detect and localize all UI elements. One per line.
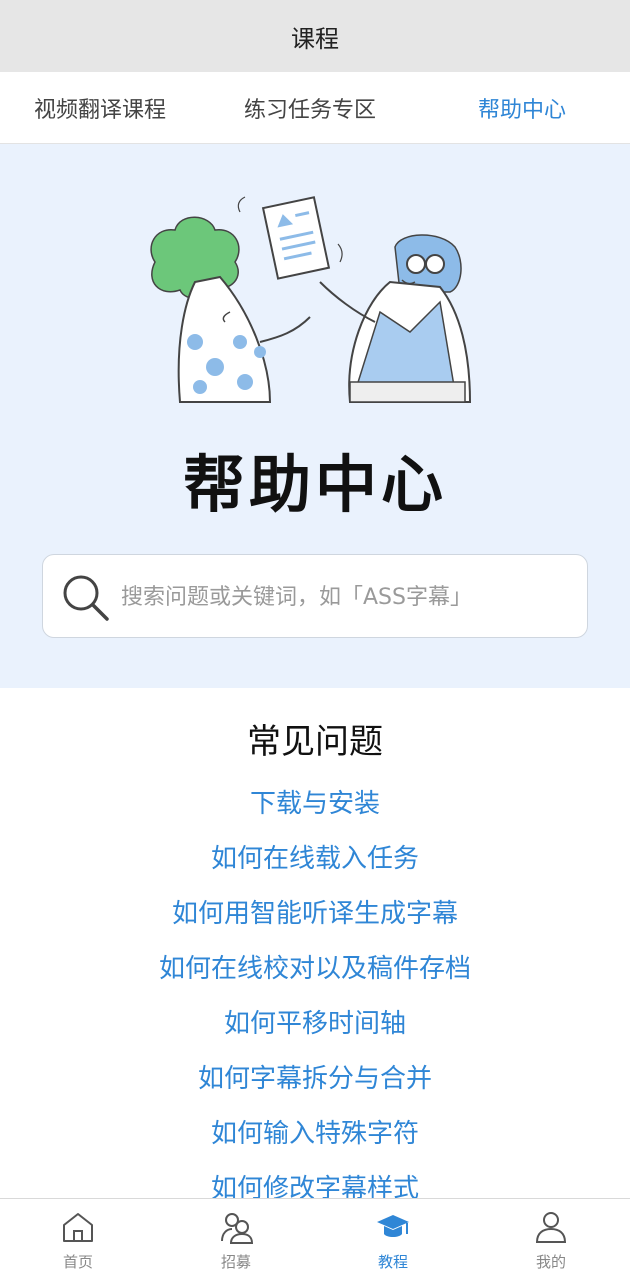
tab-help-center[interactable]: 帮助中心 bbox=[478, 72, 566, 144]
people-icon bbox=[221, 1213, 254, 1244]
faq-link[interactable]: 如何平移时间轴 bbox=[0, 1004, 630, 1059]
user-icon bbox=[535, 1212, 567, 1243]
faq-link[interactable]: 如何在线校对以及稿件存档 bbox=[0, 949, 630, 1004]
help-hero: 帮助中心 bbox=[0, 144, 630, 688]
hero-title: 帮助中心 bbox=[182, 448, 447, 521]
bottom-nav: 首页 招募 教程 我的 bbox=[0, 1198, 630, 1280]
faq-title: 常见问题 bbox=[247, 722, 383, 762]
nav-tutorial[interactable]: 教程 bbox=[343, 1199, 443, 1280]
nav-tutorial-label: 教程 bbox=[377, 1253, 408, 1271]
search-input[interactable] bbox=[121, 555, 581, 639]
graduation-cap-icon bbox=[377, 1215, 409, 1237]
faq-link[interactable]: 下载与安装 bbox=[0, 784, 630, 839]
help-illustration bbox=[150, 196, 472, 403]
nav-recruit[interactable]: 招募 bbox=[186, 1199, 286, 1280]
search-box[interactable] bbox=[42, 554, 588, 639]
tab-video-translation-course[interactable]: 视频翻译课程 bbox=[34, 72, 166, 144]
faq-link[interactable]: 如何修改字幕样式 bbox=[0, 1169, 630, 1198]
faq-link[interactable]: 如何用智能听译生成字幕 bbox=[0, 894, 630, 949]
tab-bar: 视频翻译课程 练习任务专区 帮助中心 bbox=[0, 72, 630, 144]
faq-list: 下载与安装 如何在线载入任务 如何用智能听译生成字幕 如何在线校对以及稿件存档 … bbox=[0, 784, 630, 1198]
faq-section: 常见问题 下载与安装 如何在线载入任务 如何用智能听译生成字幕 如何在线校对以及… bbox=[0, 688, 630, 1198]
nav-mine-label: 我的 bbox=[535, 1253, 566, 1271]
nav-home-label: 首页 bbox=[62, 1253, 93, 1271]
search-icon bbox=[63, 575, 109, 621]
nav-home[interactable]: 首页 bbox=[28, 1199, 128, 1280]
faq-link[interactable]: 如何在线载入任务 bbox=[0, 839, 630, 894]
faq-link[interactable]: 如何输入特殊字符 bbox=[0, 1114, 630, 1169]
home-icon bbox=[63, 1213, 93, 1242]
nav-recruit-label: 招募 bbox=[220, 1253, 251, 1271]
tab-practice-tasks[interactable]: 练习任务专区 bbox=[244, 72, 376, 144]
app-title: 课程 bbox=[291, 24, 339, 53]
faq-link[interactable]: 如何字幕拆分与合并 bbox=[0, 1059, 630, 1114]
nav-mine[interactable]: 我的 bbox=[501, 1199, 601, 1280]
titlebar: 课程 bbox=[0, 0, 630, 72]
